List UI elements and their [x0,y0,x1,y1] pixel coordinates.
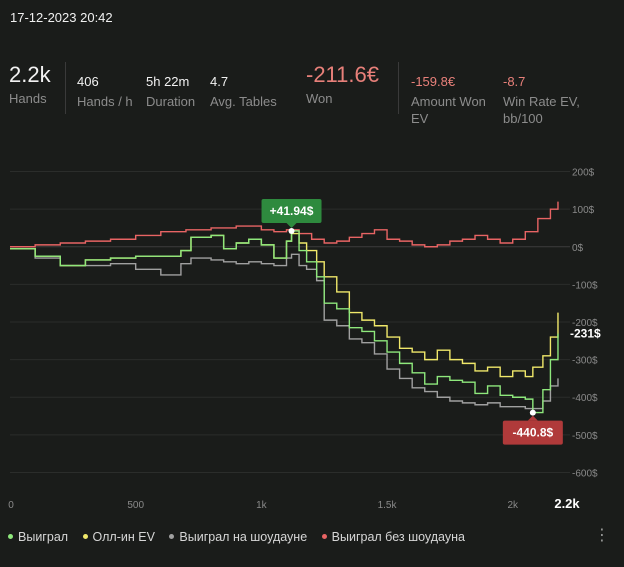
annotation-marker [529,409,536,416]
badge-label: -440.8$ [512,426,553,440]
stat-amount-won-ev-value: -159.8€ [411,74,456,89]
stat-win-rate-ev-label: Win Rate EV, bb/100 [503,93,580,127]
y-tick-label: -100$ [572,280,598,291]
y-tick-label: 200$ [572,168,595,179]
stat-duration-value: 5h 22m [146,74,190,89]
series-line-allin_ev [10,232,559,378]
badge-pointer [286,222,297,228]
stat-amount-won-ev-label: Amount Won EV [411,93,486,127]
legend-item-showdown[interactable]: Выиграл на шоудауне [169,530,307,544]
legend-item-won[interactable]: Выиграл [8,530,68,544]
x-tick-label: 2.2k [554,496,580,511]
x-tick-label: 0 [8,500,14,511]
y-tick-label: 100$ [572,205,595,216]
y-tick-label: -300$ [572,356,598,367]
stat-won-label: Won [306,91,333,106]
legend-dot [82,534,88,540]
profit-chart[interactable]: 200$100$0$-100$-200$-300$-400$-500$-600$… [0,150,624,520]
y-tick-label: -500$ [572,431,598,442]
min-badge: -440.8$ [502,415,563,445]
stats-divider [65,62,66,114]
x-tick-label: 2k [507,500,519,511]
stat-win-rate-ev-label-line1: Win Rate EV, [503,94,580,109]
series-line-showdown [10,247,559,410]
legend-label: Выиграл [18,530,69,544]
stat-win-rate-ev: -8.7 Win Rate EV, bb/100 [503,74,580,127]
stat-hands-per-hour-value: 406 [77,74,99,89]
stat-duration: 5h 22m Duration [146,74,195,110]
legend-item-allin-ev[interactable]: Олл-ин EV [82,530,155,544]
y-tick-label: -600$ [572,468,598,479]
badge-label: +41.94$ [270,204,314,218]
x-tick-label: 500 [127,500,144,511]
stat-avg-tables-value: 4.7 [210,74,229,89]
stats-bar: 2.2k Hands 406 Hands / h 5h 22m Duration… [0,62,624,132]
stat-avg-tables-label: Avg. Tables [210,94,277,109]
legend-item-non-showdown[interactable]: Выиграл без шоудауна [321,530,465,544]
x-tick-label: 1k [256,500,268,511]
chart-legend: Выиграл Олл-ин EV Выиграл на шоудауне Вы… [8,530,476,544]
stat-avg-tables: 4.7 Avg. Tables [210,74,277,110]
stat-hands-label: Hands [9,91,47,106]
annotation-marker [288,227,295,234]
legend-label: Олл-ин EV [92,530,155,544]
legend-label: Выиграл без шоудауна [331,530,465,544]
stat-win-rate-ev-label-line2: bb/100 [503,111,543,126]
stat-hands: 2.2k Hands [9,62,51,107]
legend-dot [169,534,175,540]
legend-dot [8,534,13,540]
stat-hands-per-hour: 406 Hands / h [77,74,133,110]
stat-duration-label: Duration [146,94,196,109]
end-value-label: -231$ [570,327,601,341]
y-tick-label: 0$ [572,243,584,254]
stat-hands-value: 2.2k [9,62,51,87]
stats-divider [398,62,399,114]
stat-hands-per-hour-label: Hands / h [77,94,133,109]
stat-amount-won-ev-label-line2: EV [411,111,429,126]
stat-won-value: -211.6€ [306,62,379,87]
more-options-icon[interactable]: ⋮ [594,528,610,544]
y-tick-label: -400$ [572,393,598,404]
x-tick-label: 1.5k [378,500,398,511]
legend-dot [321,534,327,540]
max-badge: +41.94$ [261,198,322,228]
stat-won: -211.6€ Won [306,62,379,107]
legend-label: Выиграл на шоудауне [179,530,308,544]
stat-amount-won-ev: -159.8€ Amount Won EV [411,74,486,127]
stat-amount-won-ev-label-line1: Amount Won [411,94,486,109]
stat-win-rate-ev-value: -8.7 [503,74,526,89]
badge-pointer [527,415,538,421]
session-datetime: 17-12-2023 20:42 [10,10,113,25]
